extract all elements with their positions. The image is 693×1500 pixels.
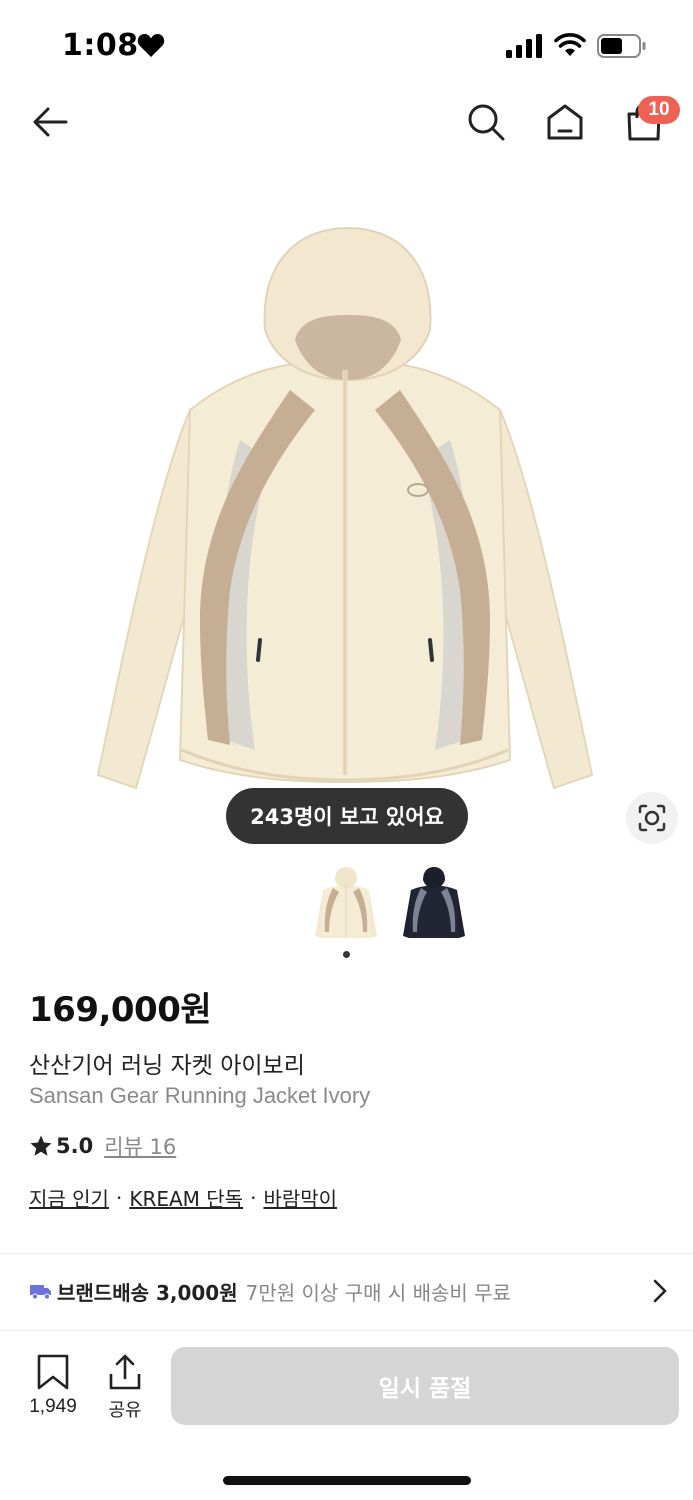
tag-popular-now[interactable]: 지금 인기: [29, 1183, 109, 1212]
back-arrow-icon: [33, 107, 68, 137]
thumbnail-ivory[interactable]: [311, 866, 381, 942]
product-name-korean: 산산기어 러닝 자켓 아이보리: [29, 1053, 305, 1079]
product-image[interactable]: [90, 220, 600, 800]
signal-icon: [506, 34, 542, 58]
home-button[interactable]: [541, 98, 589, 146]
home-icon: [547, 104, 583, 140]
bookmark-count: 1,949: [29, 1396, 77, 1417]
bookmark-button[interactable]: 1,949: [22, 1354, 84, 1424]
tags-row: 지금 인기 · KREAM 단독 · 바람막이: [29, 1183, 337, 1212]
product-price: 169,000원: [29, 990, 212, 1030]
star-icon: [30, 1135, 52, 1156]
status-time: 1:08: [62, 28, 139, 63]
review-link[interactable]: 리뷰 16: [104, 1131, 176, 1161]
lens-search-icon: [638, 804, 666, 832]
free-shipping-note: 7만원 이상 구매 시 배송비 무료: [245, 1280, 511, 1305]
cart-count-badge: 10: [638, 96, 680, 124]
tag-separator: ·: [250, 1185, 257, 1210]
gallery-page-indicator: [343, 951, 350, 958]
search-icon: [468, 104, 505, 141]
divider: [0, 1253, 693, 1254]
heart-icon: [137, 34, 165, 57]
share-icon: [109, 1354, 141, 1390]
home-indicator: [223, 1476, 471, 1485]
sold-out-button[interactable]: 일시 품절: [171, 1347, 679, 1425]
truck-icon: [30, 1285, 51, 1300]
wifi-icon: [554, 33, 586, 56]
lens-search-button[interactable]: [626, 792, 678, 844]
product-name-english: Sansan Gear Running Jacket Ivory: [29, 1083, 371, 1108]
chevron-right-icon: [653, 1279, 667, 1303]
tag-windbreaker[interactable]: 바람막이: [263, 1183, 337, 1212]
rating-value: 5.0: [56, 1134, 94, 1158]
viewers-count-pill: 243명이 보고 있어요: [226, 788, 468, 844]
thumbnail-black[interactable]: [399, 866, 469, 942]
divider: [0, 1330, 693, 1331]
search-button[interactable]: [462, 98, 510, 146]
shipping-fee: 브랜드배송 3,000원: [57, 1280, 238, 1305]
battery-icon: [597, 34, 646, 58]
tag-kream-exclusive[interactable]: KREAM 단독: [129, 1183, 243, 1212]
back-button[interactable]: [26, 98, 74, 146]
status-bar: 1:08: [0, 0, 693, 90]
share-label: 공유: [108, 1400, 142, 1421]
tag-separator: ·: [115, 1185, 123, 1210]
rating-row: 5.0 리뷰 16: [29, 1130, 176, 1162]
share-button[interactable]: 공유: [100, 1354, 150, 1424]
bookmark-icon: [37, 1354, 69, 1390]
shipping-info-row[interactable]: 브랜드배송 3,000원 7만원 이상 구매 시 배송비 무료: [29, 1270, 674, 1312]
